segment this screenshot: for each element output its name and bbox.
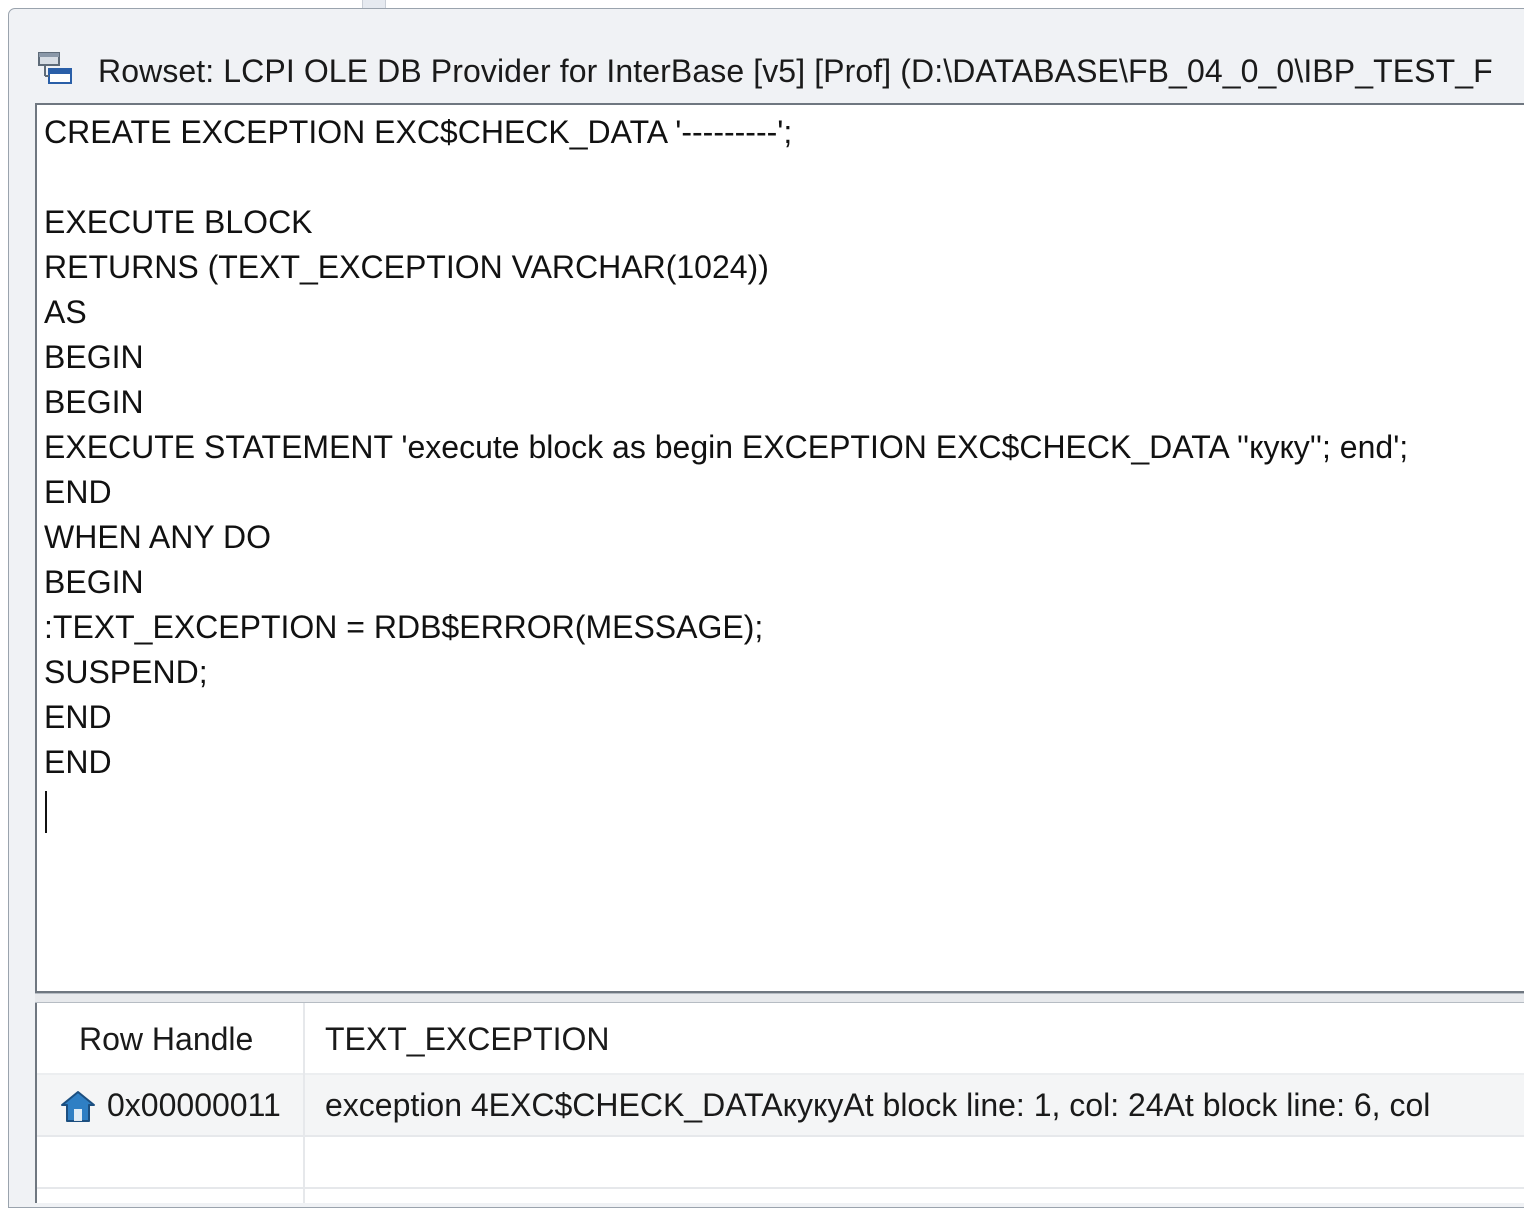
- sql-line: RETURNS (TEXT_EXCEPTION VARCHAR(1024)): [44, 249, 769, 285]
- sql-line: BEGIN: [44, 384, 144, 420]
- column-header-text-exception[interactable]: TEXT_EXCEPTION: [325, 1021, 610, 1058]
- sql-line: AS: [44, 294, 87, 330]
- title-bar[interactable]: Rowset: LCPI OLE DB Provider for InterBa…: [9, 9, 1524, 89]
- text-caret: [45, 791, 47, 833]
- text-exception-cell[interactable]: exception 4EXC$CHECK_DATAкукуAt block li…: [325, 1087, 1430, 1124]
- column-header-row-handle[interactable]: Row Handle: [79, 1021, 253, 1058]
- pane-splitter[interactable]: [35, 993, 1524, 1003]
- sql-line: BEGIN: [44, 564, 144, 600]
- sql-line: END: [44, 699, 112, 735]
- sql-line: BEGIN: [44, 339, 144, 375]
- row-separator: [37, 1135, 1524, 1137]
- sql-editor[interactable]: CREATE EXCEPTION EXC$CHECK_DATA '-------…: [35, 103, 1524, 993]
- current-row-home-icon: [59, 1089, 97, 1125]
- row-separator: [37, 1187, 1524, 1189]
- sql-line: END: [44, 744, 112, 780]
- results-grid[interactable]: Row Handle TEXT_EXCEPTION 0x00000011 exc…: [35, 1003, 1524, 1203]
- sql-line: EXECUTE STATEMENT 'execute block as begi…: [44, 429, 1409, 465]
- sql-line: EXECUTE BLOCK: [44, 204, 313, 240]
- row-handle-cell[interactable]: 0x00000011: [107, 1087, 281, 1124]
- sql-line: :TEXT_EXCEPTION = RDB$ERROR(MESSAGE);: [44, 609, 764, 645]
- sql-line: SUSPEND;: [44, 654, 208, 690]
- rowset-window: Rowset: LCPI OLE DB Provider for InterBa…: [8, 8, 1524, 1208]
- column-separator: [303, 1003, 305, 1203]
- sql-line: END: [44, 474, 112, 510]
- window-title: Rowset: LCPI OLE DB Provider for InterBa…: [98, 53, 1493, 89]
- sql-line: WHEN ANY DO: [44, 519, 271, 555]
- sql-line: CREATE EXCEPTION EXC$CHECK_DATA '-------…: [44, 114, 793, 150]
- database-window-icon: [37, 51, 73, 87]
